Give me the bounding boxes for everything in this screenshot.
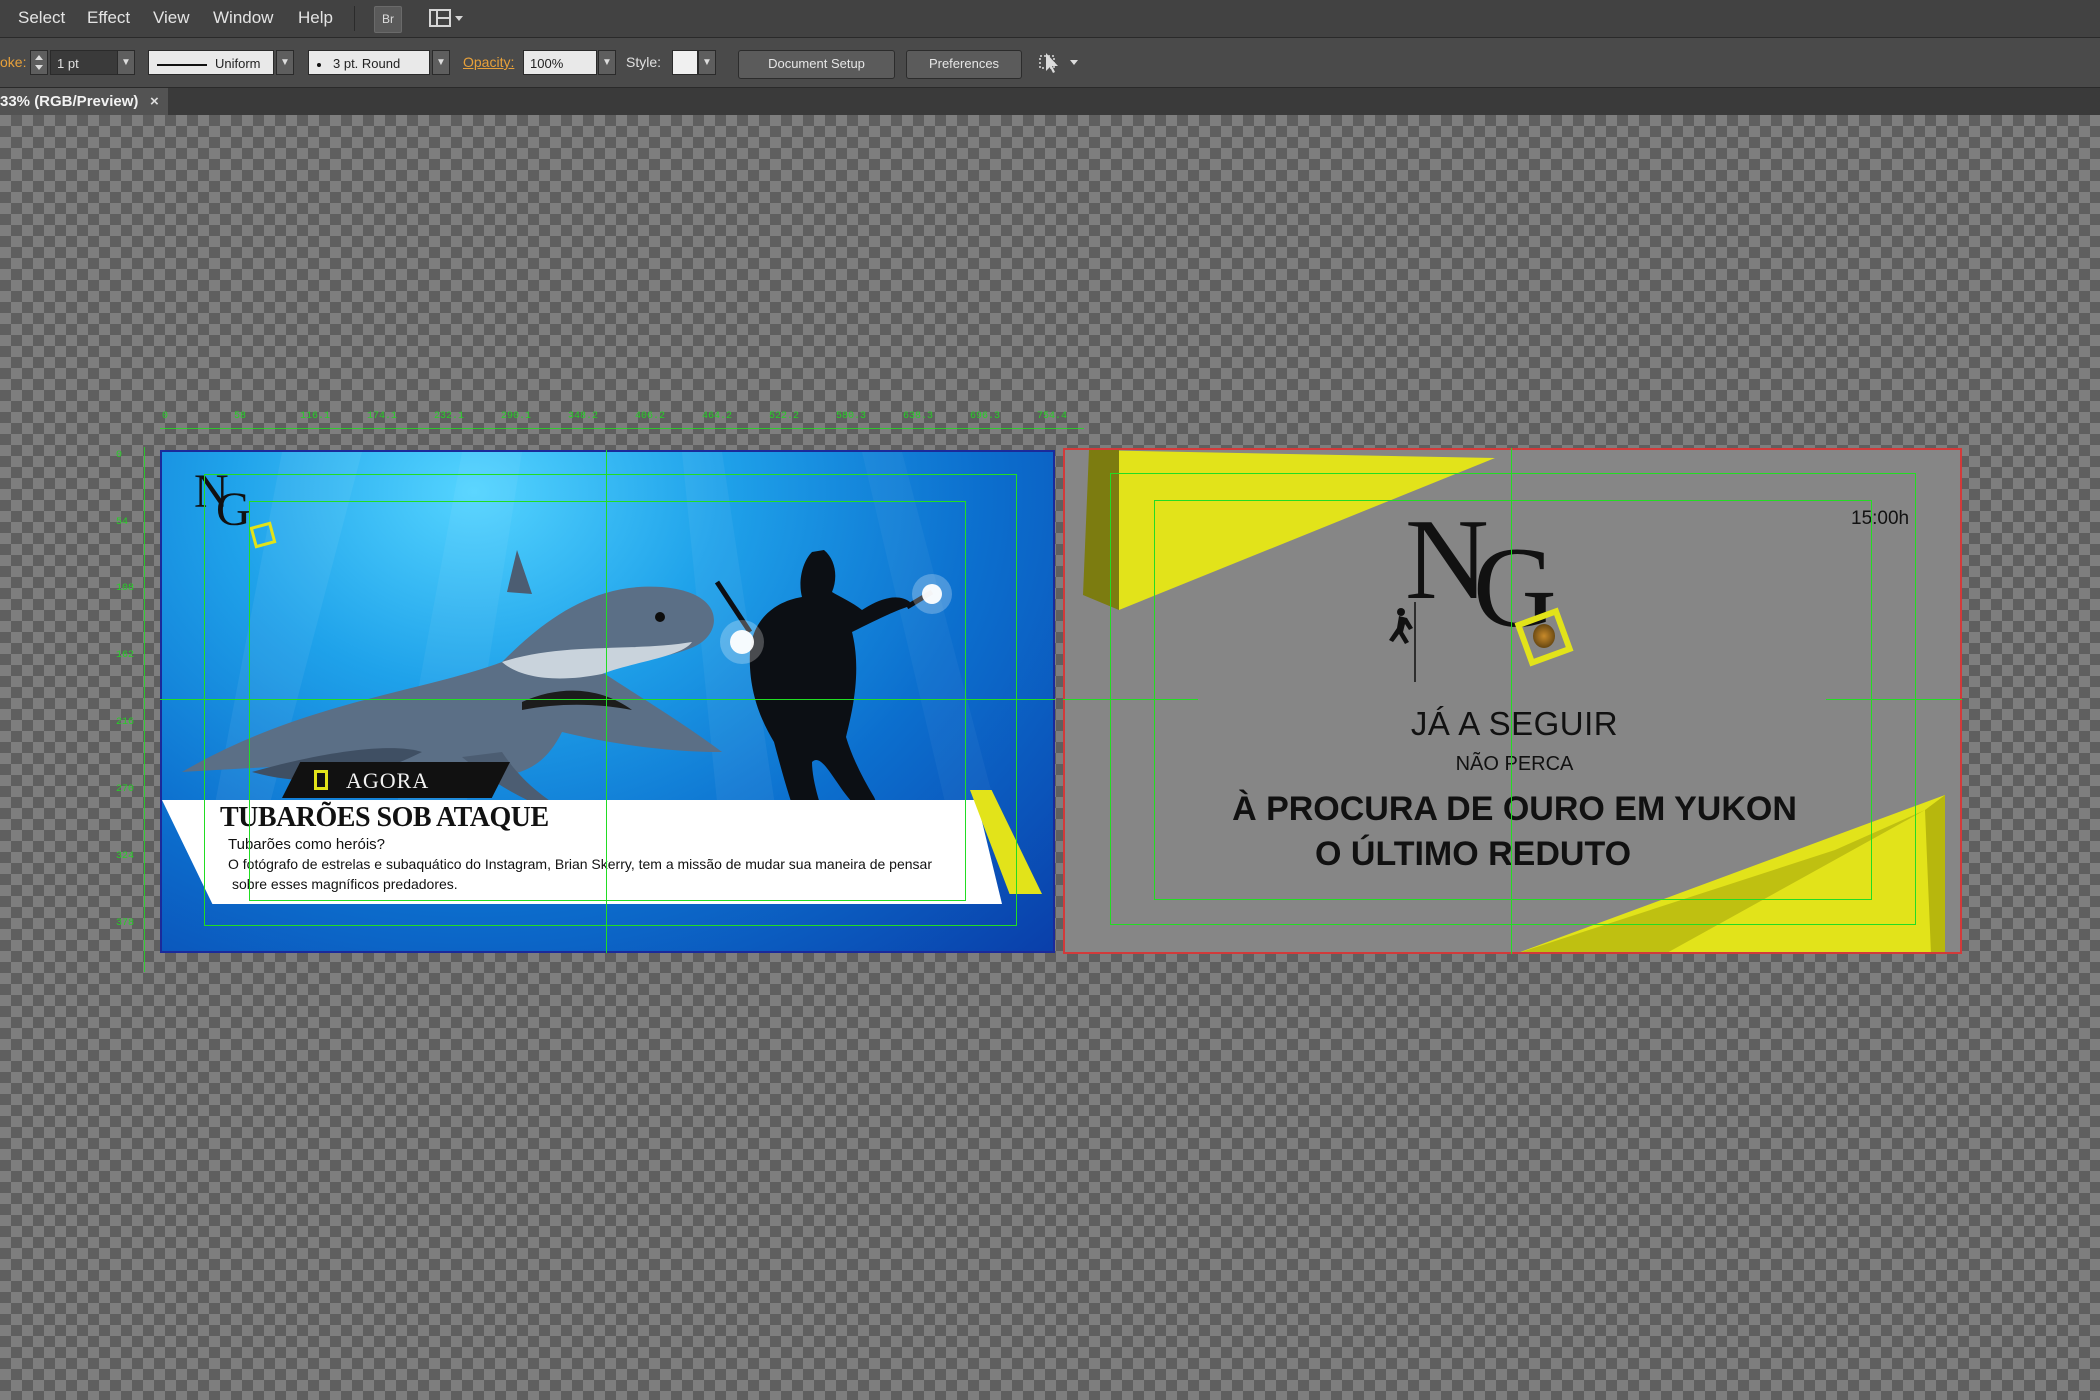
style-dropdown[interactable]: ▼ (698, 50, 716, 75)
center-guide-horizontal (160, 699, 1055, 700)
stroke-label: oke: (0, 54, 27, 70)
top-ruler-tick: 232.1 (434, 411, 465, 422)
left-ruler-tick: 108 (116, 583, 135, 594)
close-icon[interactable]: × (150, 88, 159, 115)
stroke-weight-field[interactable]: 1 pt (50, 50, 118, 75)
graphic-style-swatch[interactable] (672, 50, 698, 75)
opacity-dropdown[interactable]: ▼ (598, 50, 616, 75)
top-ruler-tick: 290.1 (501, 411, 532, 422)
stroke-weight-dropdown[interactable]: ▼ (117, 50, 135, 75)
menu-select[interactable]: Select (18, 0, 65, 37)
profile-dropdown[interactable]: ▼ (276, 50, 294, 75)
document-tab-title: 33% (RGB/Preview) (0, 93, 139, 110)
top-ruler-tick: 580.3 (836, 411, 867, 422)
top-ruler-tick: 58 (234, 411, 247, 422)
canvas-area[interactable]: 0 58 116.1 174.1 232.1 290.1 348.2 406.2… (0, 115, 2100, 1400)
center-guide-horizontal (1063, 699, 1198, 700)
left-ruler-tick: 270 (116, 784, 135, 795)
left-ruler: 0 54 108 162 216 270 324 378 (112, 447, 148, 972)
left-ruler-tick: 216 (116, 717, 135, 728)
profile-label: Uniform (215, 56, 261, 71)
top-ruler-tick: 464.2 (702, 411, 733, 422)
menu-window[interactable]: Window (213, 0, 273, 37)
brush-dropdown[interactable]: ▼ (432, 50, 450, 75)
center-guide-vertical (1511, 448, 1512, 954)
workspace-layout-icon[interactable] (418, 4, 472, 32)
top-ruler-tick: 116.1 (300, 411, 331, 422)
stroke-stepper[interactable] (30, 50, 48, 75)
menu-divider (354, 6, 355, 31)
bridge-icon[interactable]: Br (374, 6, 402, 33)
top-ruler-tick: 522.2 (769, 411, 800, 422)
top-ruler: 0 58 116.1 174.1 232.1 290.1 348.2 406.2… (160, 410, 1084, 430)
opacity-label[interactable]: Opacity: (463, 50, 514, 75)
document-tab-bar: 33% (RGB/Preview) × (0, 88, 2100, 115)
left-ruler-tick: 0 (116, 450, 123, 461)
brush-dot-icon (317, 62, 321, 67)
top-ruler-tick: 754.4 (1037, 411, 1068, 422)
arrange-icon[interactable] (1036, 50, 1084, 76)
menu-bar: Select Effect View Window Help Br (0, 0, 2100, 38)
action-safe-guide (1154, 500, 1872, 900)
menu-effect[interactable]: Effect (87, 0, 130, 37)
top-ruler-tick: 696.3 (970, 411, 1001, 422)
left-ruler-tick: 162 (116, 650, 135, 661)
top-ruler-line (160, 428, 1084, 429)
left-ruler-tick: 378 (116, 918, 135, 929)
brush-definition[interactable]: 3 pt. Round (308, 50, 430, 75)
variable-width-profile[interactable]: Uniform (148, 50, 274, 75)
top-ruler-tick: 174.1 (367, 411, 398, 422)
document-tab[interactable]: 33% (RGB/Preview) × (0, 88, 168, 115)
left-ruler-line (144, 447, 145, 972)
preferences-button[interactable]: Preferences (906, 50, 1022, 79)
center-guide-horizontal (1826, 699, 1962, 700)
action-safe-guide (249, 501, 966, 901)
top-ruler-tick: 348.2 (568, 411, 599, 422)
center-guide-vertical (606, 450, 607, 953)
menu-view[interactable]: View (153, 0, 190, 37)
menu-help[interactable]: Help (298, 0, 333, 37)
left-ruler-tick: 324 (116, 851, 135, 862)
left-ruler-tick: 54 (116, 517, 129, 528)
top-ruler-tick: 638.3 (903, 411, 934, 422)
top-ruler-tick: 406.2 (635, 411, 666, 422)
document-setup-button[interactable]: Document Setup (738, 50, 895, 79)
control-bar: oke: 1 pt ▼ Uniform ▼ 3 pt. Round ▼ Opac… (0, 38, 2100, 88)
stroke-line-preview (157, 63, 207, 66)
style-label: Style: (626, 54, 662, 70)
opacity-field[interactable]: 100% (523, 50, 597, 75)
top-ruler-tick: 0 (162, 411, 169, 422)
brush-label: 3 pt. Round (333, 56, 401, 71)
